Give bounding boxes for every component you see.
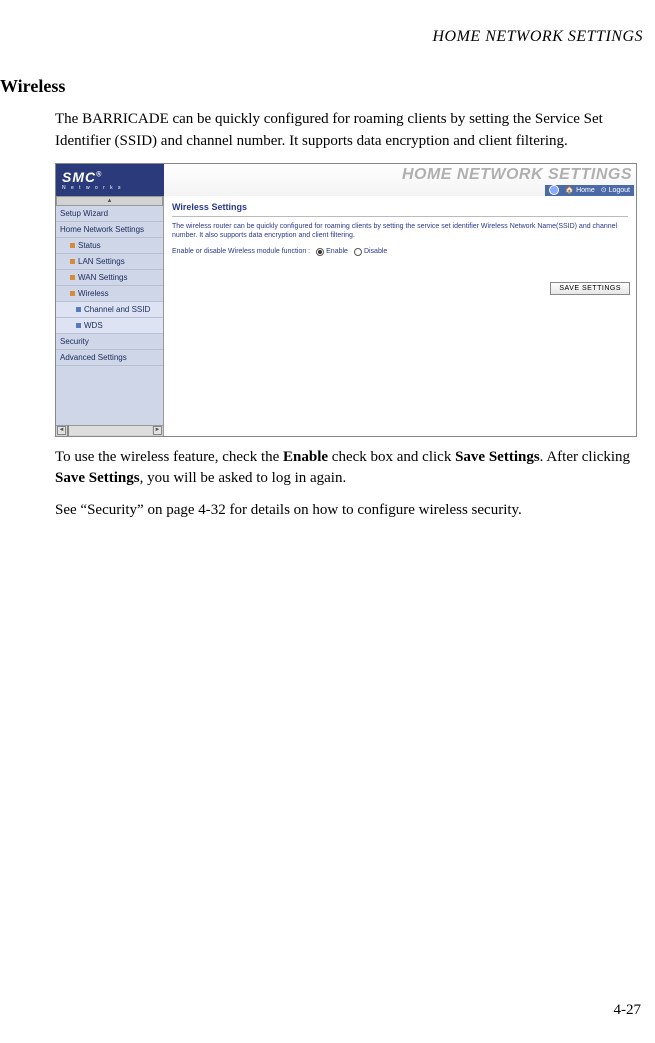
sidebar-item-lan[interactable]: LAN Settings: [56, 254, 163, 270]
embedded-screenshot: SMC® N e t w o r k s HOME NETWORK SETTIN…: [55, 163, 637, 437]
top-nav: 🏠 Home ⊙ Logout: [545, 185, 634, 196]
radio-label: Enable or disable Wireless module functi…: [172, 248, 310, 255]
radio-unchecked-icon: [354, 248, 362, 256]
registered-mark-icon: ®: [96, 171, 102, 178]
disable-radio[interactable]: Disable: [354, 248, 387, 256]
enable-disable-row: Enable or disable Wireless module functi…: [172, 248, 628, 256]
logo-subtext: N e t w o r k s: [62, 185, 164, 191]
bullet-icon: [76, 323, 81, 328]
sidebar-item-status[interactable]: Status: [56, 238, 163, 254]
header-text: HOME NETWORK SETTINGS: [432, 28, 643, 45]
globe-icon: [549, 185, 559, 195]
content-panel: Wireless Settings The wireless router ca…: [164, 196, 636, 436]
bullet-icon: [70, 259, 75, 264]
panel-description: The wireless router can be quickly confi…: [172, 222, 628, 240]
bullet-icon: [70, 291, 75, 296]
app-title-banner: HOME NETWORK SETTINGS: [402, 166, 632, 184]
section-title: Wireless: [0, 76, 655, 97]
sidebar-item-security[interactable]: Security: [56, 334, 163, 350]
intro-paragraph: The BARRICADE can be quickly configured …: [0, 109, 655, 153]
bullet-icon: [70, 243, 75, 248]
radio-checked-icon: [316, 248, 324, 256]
bullet-icon: [70, 275, 75, 280]
scroll-thumb[interactable]: [67, 425, 69, 436]
logo-main: SMC®: [62, 169, 164, 185]
sidebar-item-wireless[interactable]: Wireless: [56, 286, 163, 302]
panel-title: Wireless Settings: [172, 202, 628, 212]
logout-link[interactable]: ⊙ Logout: [601, 186, 630, 194]
page-number: 4-27: [614, 1002, 642, 1019]
sidebar-item-home-network[interactable]: Home Network Settings: [56, 222, 163, 238]
app-topbar: SMC® N e t w o r k s HOME NETWORK SETTIN…: [56, 164, 636, 196]
sidebar-item-setup-wizard[interactable]: Setup Wizard: [56, 206, 163, 222]
smc-logo: SMC® N e t w o r k s: [56, 164, 164, 196]
enable-radio[interactable]: Enable: [316, 248, 348, 256]
sidebar-item-channel-ssid[interactable]: Channel and SSID: [56, 302, 163, 318]
divider: [172, 216, 628, 217]
sidebar-item-wds[interactable]: WDS: [56, 318, 163, 334]
scroll-up-button[interactable]: ▲: [56, 196, 163, 206]
sidebar-filler: [56, 366, 163, 425]
app-body: ▲ Setup Wizard Home Network Settings Sta…: [56, 196, 636, 436]
sidebar-item-advanced[interactable]: Advanced Settings: [56, 350, 163, 366]
scroll-track[interactable]: [67, 426, 152, 435]
home-link[interactable]: 🏠 Home: [565, 186, 594, 194]
sidebar: ▲ Setup Wizard Home Network Settings Sta…: [56, 196, 164, 436]
sidebar-item-wan[interactable]: WAN Settings: [56, 270, 163, 286]
followup-paragraph: To use the wireless feature, check the E…: [0, 447, 655, 491]
scroll-left-icon[interactable]: ◄: [57, 426, 66, 435]
see-also-paragraph: See “Security” on page 4-32 for details …: [0, 500, 655, 522]
sidebar-horizontal-scrollbar[interactable]: ◄ ►: [56, 425, 163, 436]
save-settings-button[interactable]: SAVE SETTINGS: [550, 282, 630, 295]
bullet-icon: [76, 307, 81, 312]
scroll-right-icon[interactable]: ►: [153, 426, 162, 435]
page-header: HOME NETWORK SETTINGS: [0, 0, 655, 46]
